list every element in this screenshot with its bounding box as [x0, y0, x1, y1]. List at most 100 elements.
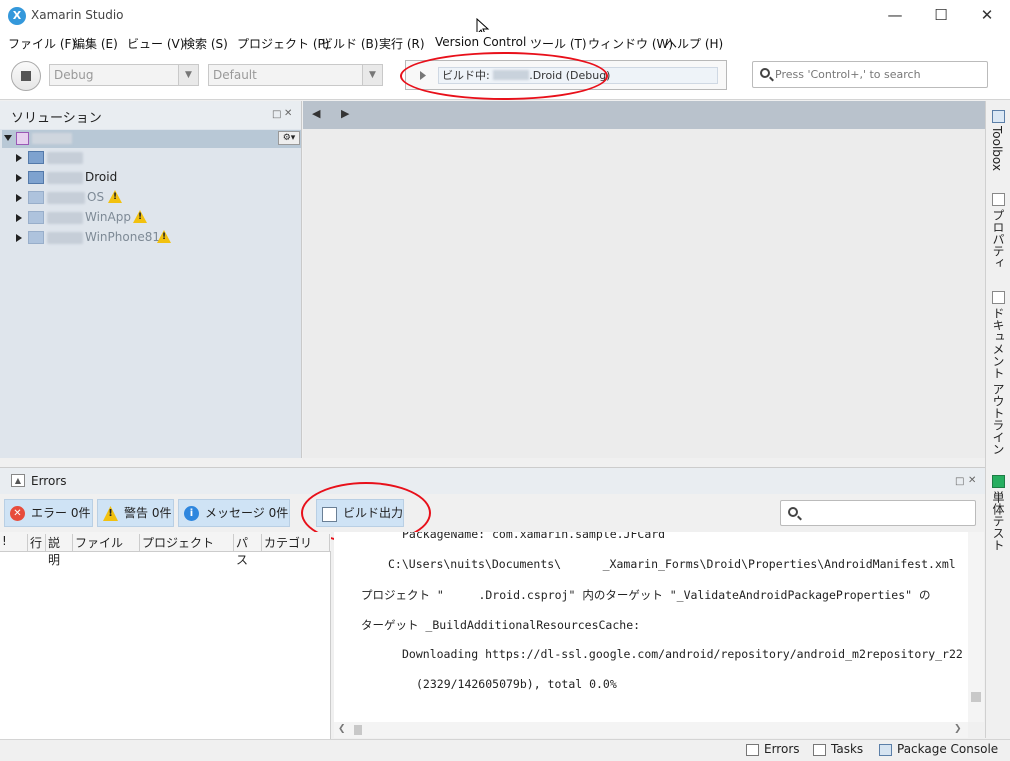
xamarin-logo-icon: X: [8, 7, 26, 25]
column-header[interactable]: ファイル: [73, 534, 140, 552]
menu-edit[interactable]: 編集 (E): [73, 35, 118, 52]
project-icon: [28, 211, 44, 224]
filter-errors-button[interactable]: ✕ エラー 0件: [4, 499, 93, 527]
output-horizontal-scrollbar[interactable]: ❮ ❯: [334, 722, 968, 738]
search-placeholder: Press 'Control+,' to search: [775, 68, 921, 81]
project-row[interactable]: WinApp: [0, 208, 300, 228]
status-bar: Errors Tasks Package Console: [0, 739, 1010, 761]
menu-window[interactable]: ウィンドウ (W): [588, 35, 673, 52]
redacted-name: [47, 212, 83, 224]
project-row[interactable]: WinPhone81: [0, 228, 300, 248]
column-header[interactable]: パス: [234, 534, 262, 567]
scroll-right-icon[interactable]: ❯: [954, 724, 962, 734]
build-status-icon: [420, 71, 426, 80]
build-status-text: ビルド中: .Droid (Debug): [438, 67, 718, 84]
project-label: Droid: [85, 170, 118, 184]
statusbar-package-console[interactable]: Package Console: [879, 742, 998, 756]
column-header[interactable]: カテゴリ: [262, 534, 330, 552]
column-header[interactable]: 行: [28, 534, 46, 552]
statusbar-tasks[interactable]: Tasks: [813, 742, 863, 756]
solution-root-row[interactable]: ⚙▾: [2, 130, 301, 148]
expand-arrow-icon[interactable]: [16, 154, 22, 162]
solution-options-gear-icon[interactable]: ⚙▾: [278, 131, 300, 145]
unit-test-icon: [992, 475, 1005, 488]
title-bar: X Xamarin Studio — ☐ ✕: [0, 0, 1010, 38]
menu-help[interactable]: ヘルプ (H): [665, 35, 723, 52]
errors-pad-icon: ▲: [11, 474, 25, 487]
errors-pad-title: Errors: [31, 474, 67, 488]
properties-icon: [992, 193, 1005, 206]
tab-toolbox[interactable]: Toolbox: [990, 126, 1004, 171]
redacted-name: [32, 133, 72, 144]
global-search-input[interactable]: Press 'Control+,' to search: [752, 61, 988, 88]
chevron-down-icon: ▼: [362, 65, 382, 85]
maximize-button[interactable]: ☐: [918, 0, 964, 32]
search-icon: [760, 68, 770, 78]
expand-arrow-icon[interactable]: [4, 135, 12, 141]
project-icon: [28, 191, 44, 204]
filter-errors-label: エラー 0件: [31, 506, 91, 520]
expand-arrow-icon[interactable]: [16, 234, 22, 242]
pad-dock-icon[interactable]: □: [272, 109, 281, 120]
build-output-toggle-button[interactable]: ビルド出力: [316, 499, 404, 527]
document-outline-icon: [992, 291, 1005, 304]
build-output-text: PackageName: com.xamarin.sample.JFCard C…: [334, 532, 968, 722]
expand-arrow-icon[interactable]: [16, 194, 22, 202]
tab-scroll-right-icon[interactable]: ▶: [341, 107, 349, 120]
project-row[interactable]: Droid: [0, 168, 300, 188]
project-row[interactable]: [0, 148, 300, 168]
warning-icon: !: [103, 506, 118, 521]
column-header[interactable]: !: [0, 534, 28, 552]
stop-button[interactable]: [11, 61, 41, 91]
project-icon: [28, 231, 44, 244]
column-header[interactable]: 説明: [46, 534, 73, 567]
error-icon: ✕: [10, 506, 25, 521]
menu-view[interactable]: ビュー (V): [127, 35, 184, 52]
build-status-area: ビルド中: .Droid (Debug): [405, 60, 727, 90]
errors-search-input[interactable]: [780, 500, 976, 526]
scrollbar-thumb[interactable]: [971, 692, 981, 702]
scrollbar-thumb[interactable]: [354, 725, 362, 735]
filter-warnings-button[interactable]: ! 警告 0件: [97, 499, 174, 527]
menu-project[interactable]: プロジェクト (P): [237, 35, 329, 52]
menu-build[interactable]: ビルド (B): [321, 35, 378, 52]
tab-unit-tests[interactable]: 単体テスト: [990, 491, 1007, 551]
search-icon: [788, 507, 798, 517]
output-line: プロジェクト " .Droid.csproj" 内のターゲット "_Valida…: [361, 588, 931, 602]
minimize-button[interactable]: —: [872, 0, 918, 32]
filter-messages-button[interactable]: i メッセージ 0件: [178, 499, 290, 527]
menu-tools[interactable]: ツール (T): [530, 35, 587, 52]
build-status-prefix: ビルド中:: [442, 69, 494, 82]
menu-version-control[interactable]: Version Control: [435, 35, 526, 49]
build-output-label: ビルド出力: [343, 506, 404, 520]
menu-bar: ファイル (F) 編集 (E) ビュー (V) 検索 (S) プロジェクト (P…: [0, 32, 1010, 54]
close-button[interactable]: ✕: [964, 0, 1010, 32]
output-vertical-scrollbar[interactable]: [968, 532, 984, 722]
menu-run[interactable]: 実行 (R): [379, 35, 425, 52]
pad-close-icon[interactable]: ✕: [968, 475, 976, 486]
expand-arrow-icon[interactable]: [16, 174, 22, 182]
statusbar-errors[interactable]: Errors: [746, 742, 800, 756]
project-label: OS: [87, 190, 105, 204]
menu-file[interactable]: ファイル (F): [8, 35, 76, 52]
scroll-left-icon[interactable]: ❮: [338, 724, 346, 734]
statusbar-errors-label: Errors: [764, 742, 800, 756]
column-header[interactable]: プロジェクト: [140, 534, 234, 552]
tab-properties[interactable]: プロパティ: [990, 209, 1007, 269]
pad-dock-icon[interactable]: □: [955, 476, 964, 487]
window-title: Xamarin Studio: [31, 8, 124, 22]
info-icon: i: [184, 506, 199, 521]
configuration-select[interactable]: Debug ▼: [49, 64, 199, 86]
expand-arrow-icon[interactable]: [16, 214, 22, 222]
menu-search[interactable]: 検索 (S): [183, 35, 228, 52]
pad-close-icon[interactable]: ✕: [284, 108, 292, 119]
stop-icon: [21, 71, 31, 81]
tab-document-outline[interactable]: ドキュメント アウトライン: [990, 307, 1007, 455]
tab-scroll-left-icon[interactable]: ◀: [312, 107, 320, 120]
filter-warnings-label: 警告 0件: [124, 506, 172, 520]
target-select[interactable]: Default ▼: [208, 64, 383, 86]
project-row[interactable]: OS: [0, 188, 300, 208]
package-console-icon: [879, 744, 892, 756]
editor-tab-bar: ◀ ▶: [303, 101, 985, 129]
solution-pad-title: ソリューション: [11, 111, 102, 126]
